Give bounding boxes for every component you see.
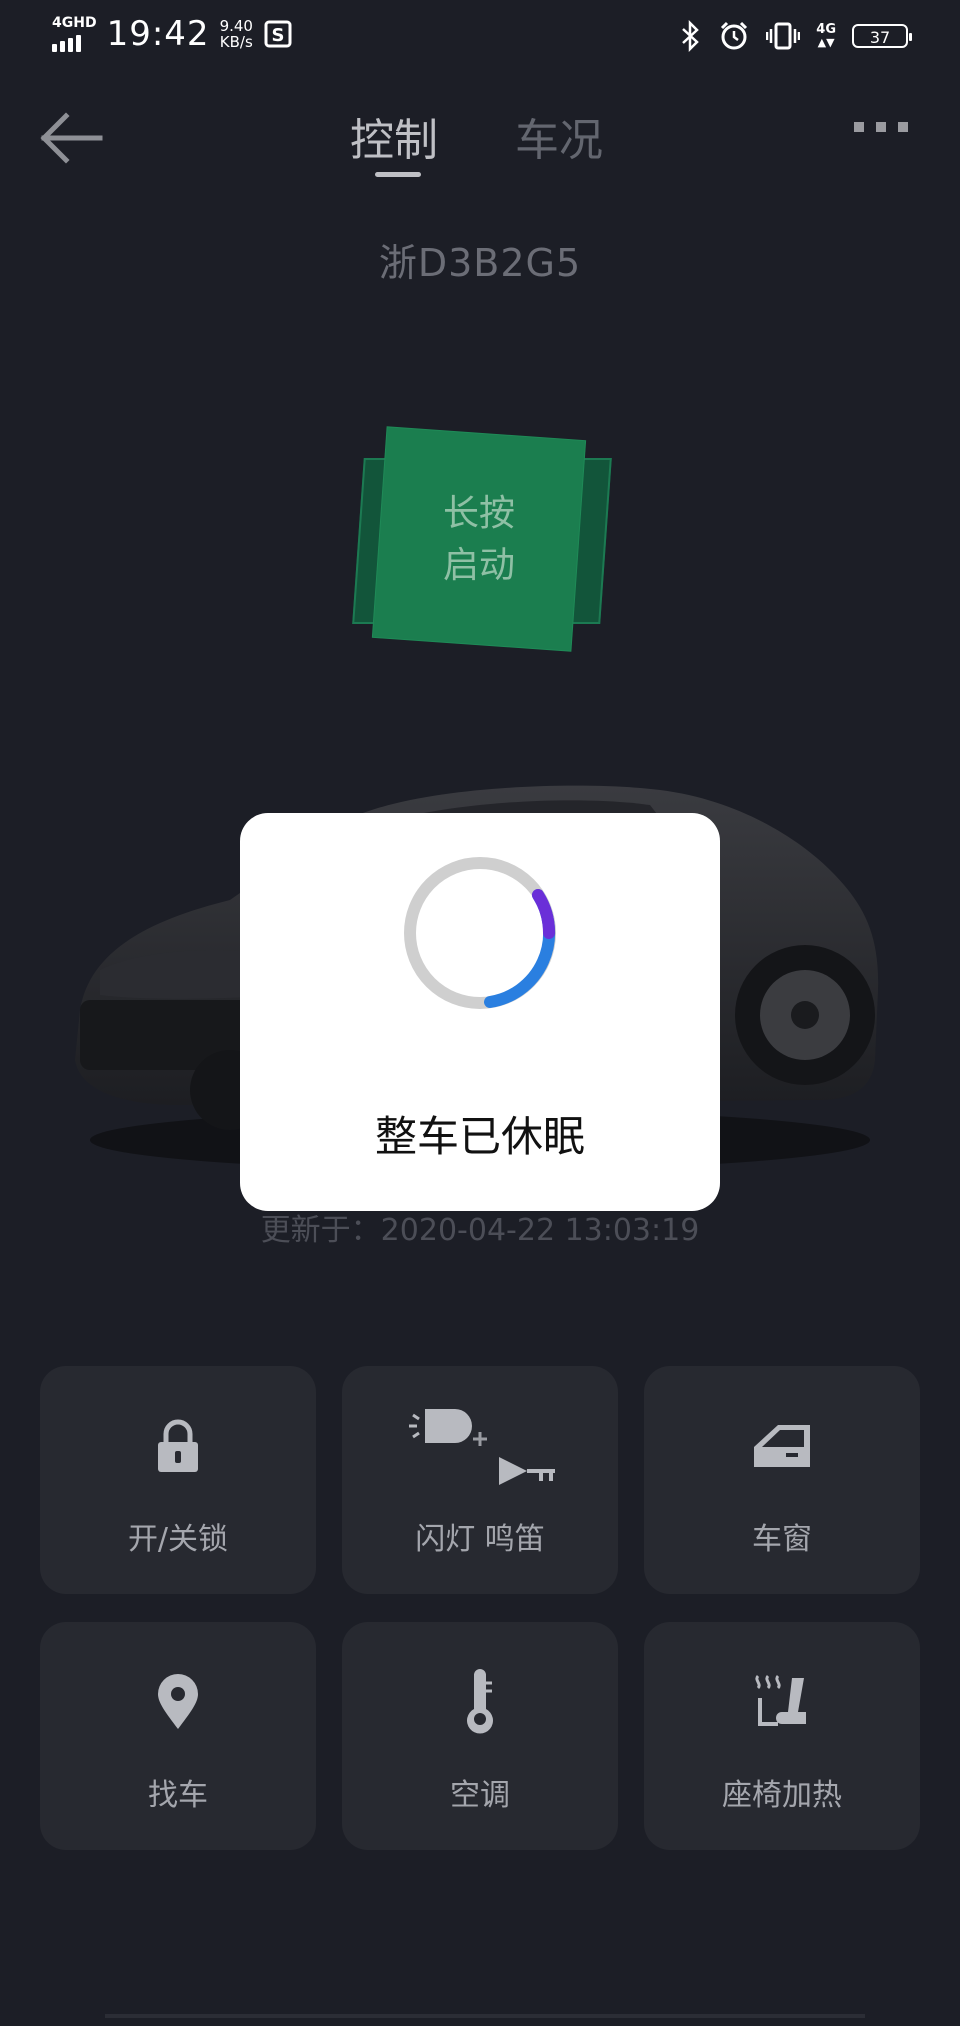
active-tab-indicator xyxy=(375,172,421,177)
tab-control[interactable]: 控制 xyxy=(350,104,438,168)
control-label: 找车 xyxy=(148,1778,208,1813)
control-car-window[interactable]: 车窗 xyxy=(644,1366,920,1594)
lock-icon xyxy=(158,1419,198,1472)
status-left: 4GHD 19:42 9.40 KB/s S xyxy=(52,14,293,54)
status-bar: 4GHD 19:42 9.40 KB/s S 4G ▲▼ 37 xyxy=(0,0,960,76)
bottom-edge-indicator xyxy=(105,2014,865,2018)
control-find-car[interactable]: 找车 xyxy=(40,1622,316,1850)
flash-horn-icon xyxy=(409,1409,555,1485)
dialog-message: 整车已休眠 xyxy=(374,1112,585,1161)
control-label: 开/关锁 xyxy=(127,1522,229,1557)
top-navigation: 控制 车况 xyxy=(0,100,960,190)
speed-value: 9.40 xyxy=(219,17,253,35)
location-pin-icon xyxy=(158,1674,198,1729)
cellular-signal: 4GHD xyxy=(52,16,97,52)
control-label: 空调 xyxy=(450,1778,510,1813)
control-label: 车窗 xyxy=(752,1522,812,1557)
control-grid: 开/关锁 闪灯 鸣笛 车窗 找车 空调 座椅加热 xyxy=(40,1366,920,1850)
control-label: 闪灯 鸣笛 xyxy=(415,1522,545,1557)
start-label-line1: 长按 xyxy=(442,493,515,534)
control-air-conditioning[interactable]: 空调 xyxy=(342,1622,618,1850)
loading-spinner xyxy=(404,857,556,1009)
screenshot-app-icon: S xyxy=(264,20,292,48)
signal-bars-icon xyxy=(52,30,81,52)
control-seat-heating[interactable]: 座椅加热 xyxy=(644,1622,920,1850)
tab-vehicle-status[interactable]: 车况 xyxy=(515,104,603,168)
network-type: 4GHD xyxy=(52,15,97,31)
alarm-icon xyxy=(721,21,748,50)
bluetooth-icon xyxy=(682,20,700,52)
status-right: 4G ▲▼ 37 xyxy=(680,20,912,52)
clock: 19:42 xyxy=(106,14,210,54)
car-window-icon xyxy=(754,1425,810,1467)
control-lock-toggle[interactable]: 开/关锁 xyxy=(40,1366,316,1594)
network-speed: 9.40 KB/s xyxy=(220,18,253,50)
speed-unit: KB/s xyxy=(219,33,253,51)
network-type-right: 4G xyxy=(816,22,836,37)
vibrate-icon xyxy=(766,22,801,50)
control-flash-horn[interactable]: 闪灯 鸣笛 xyxy=(342,1366,618,1594)
thermometer-icon xyxy=(467,1669,493,1734)
license-plate: 浙D3B2G5 xyxy=(378,241,582,285)
back-arrow-icon[interactable] xyxy=(36,108,108,168)
more-options-icon[interactable] xyxy=(854,122,908,132)
control-label: 座椅加热 xyxy=(722,1778,842,1813)
svg-text:S: S xyxy=(271,25,284,46)
update-timestamp: 更新于：2020-04-22 13:03:19 xyxy=(260,1213,700,1248)
start-label-line2: 启动 xyxy=(442,545,515,586)
seat-heat-icon xyxy=(755,1674,806,1726)
data-network-indicator: 4G ▲▼ xyxy=(816,23,836,49)
data-arrows-icon: ▲▼ xyxy=(817,36,835,49)
start-button-label: 长按 启动 xyxy=(380,488,578,592)
sleep-status-dialog: 整车已休眠 xyxy=(240,813,720,1211)
long-press-start-button[interactable]: 长按 启动 xyxy=(350,427,612,651)
battery-indicator: 37 xyxy=(852,24,912,48)
